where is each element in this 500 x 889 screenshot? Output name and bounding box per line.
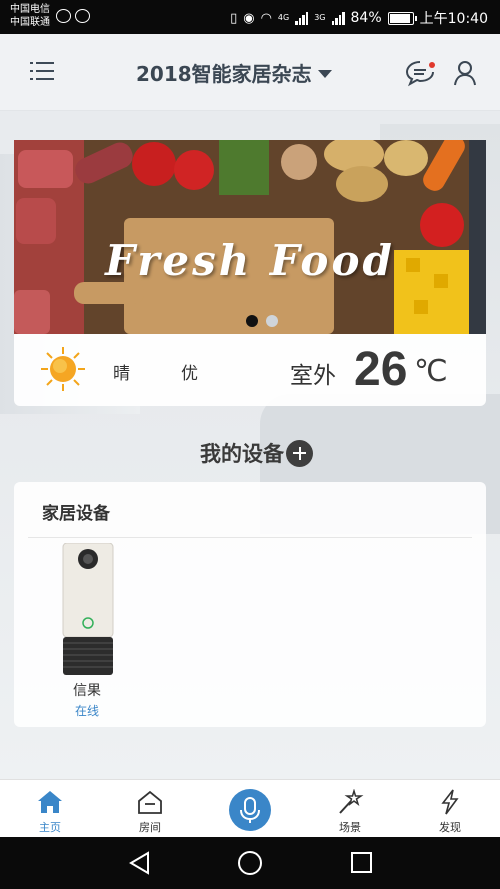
weather-panel: 晴 优 室外 26 ℃ (14, 334, 486, 406)
wifi-icon: ◠ (260, 10, 272, 26)
bottom-nav: 主页 房间 场景 发现 (0, 779, 500, 837)
carousel-dot[interactable] (246, 315, 258, 327)
nav-scene[interactable]: 场景 (310, 780, 390, 838)
device-status: 在线 (74, 704, 99, 718)
carrier-names: 中国电信 中国联通 (10, 3, 50, 29)
net-type-2: 3G (314, 13, 326, 22)
camera-device-icon (62, 543, 114, 675)
status-bar: 中国电信 中国联通 ▯ ◉ ◠ 4G 3G 84% 上午10:40 (0, 0, 500, 34)
menu-icon[interactable] (30, 62, 54, 82)
my-devices-title: 我的设备 (200, 442, 284, 466)
add-device-button[interactable] (286, 439, 313, 467)
eye-icon: ◉ (243, 10, 255, 26)
chevron-down-icon (317, 69, 332, 78)
outdoor-label: 室外 (290, 363, 336, 389)
device-item[interactable]: 信果 在线 (54, 540, 120, 720)
carousel-dot[interactable] (266, 315, 278, 327)
clock: 上午10:40 (419, 11, 488, 27)
microphone-icon (240, 797, 260, 823)
nav-discover[interactable]: 发现 (410, 780, 490, 838)
notification-icons (56, 9, 90, 23)
status-indicators: ▯ ◉ ◠ 4G 3G 84% 上午10:40 (230, 8, 488, 28)
system-nav-bar (0, 837, 500, 889)
device-card: 家居设备 信果 在线 (14, 482, 486, 727)
card-title: 家居设备 (42, 504, 110, 524)
battery-percent: 84% (350, 10, 382, 26)
signal-icon-1 (295, 11, 309, 25)
user-icon[interactable] (453, 59, 477, 87)
temperature-unit: ℃ (414, 354, 448, 389)
air-quality: 优 (181, 364, 198, 384)
nav-home[interactable]: 主页 (10, 780, 90, 838)
vibrate-icon: ▯ (230, 10, 238, 26)
banner-title: Fresh Food (105, 236, 395, 285)
nav-home-label: 主页 (39, 821, 61, 834)
weather-condition: 晴 (113, 364, 130, 384)
divider (28, 537, 472, 538)
nav-room[interactable]: 房间 (110, 780, 190, 838)
device-name: 信果 (73, 683, 101, 699)
scene-wand-icon (339, 789, 364, 814)
wechat-notification-icon (75, 9, 90, 23)
home-icon (38, 791, 62, 813)
net-type-1: 4G (277, 13, 290, 22)
carrier-2: 中国联通 (10, 17, 50, 28)
carrier-1: 中国电信 (10, 4, 50, 15)
temperature-value: 26 (354, 343, 408, 396)
back-icon (129, 851, 149, 875)
battery-fill (389, 13, 410, 23)
nav-room-label: 房间 (139, 821, 161, 834)
home-circle-icon (238, 851, 262, 875)
nav-discover-label: 发现 (439, 821, 461, 834)
signal-icon-2 (331, 11, 345, 25)
my-devices-header: 我的设备 (200, 438, 313, 468)
lightning-icon (441, 789, 459, 815)
banner-carousel[interactable]: Fresh Food (14, 140, 486, 334)
recents-icon (351, 852, 372, 873)
carousel-indicator (246, 315, 278, 327)
room-icon (138, 790, 162, 814)
message-notification-icon (56, 9, 71, 23)
home-name: 2018智能家居杂志 (136, 62, 312, 86)
app-header: 2018智能家居杂志 (0, 34, 500, 111)
nav-scene-label: 场景 (339, 821, 361, 834)
sun-icon (41, 347, 85, 391)
battery-icon (387, 11, 417, 25)
message-icon[interactable] (405, 59, 437, 87)
voice-button[interactable] (229, 789, 271, 831)
home-selector[interactable]: 2018智能家居杂志 (136, 58, 332, 87)
